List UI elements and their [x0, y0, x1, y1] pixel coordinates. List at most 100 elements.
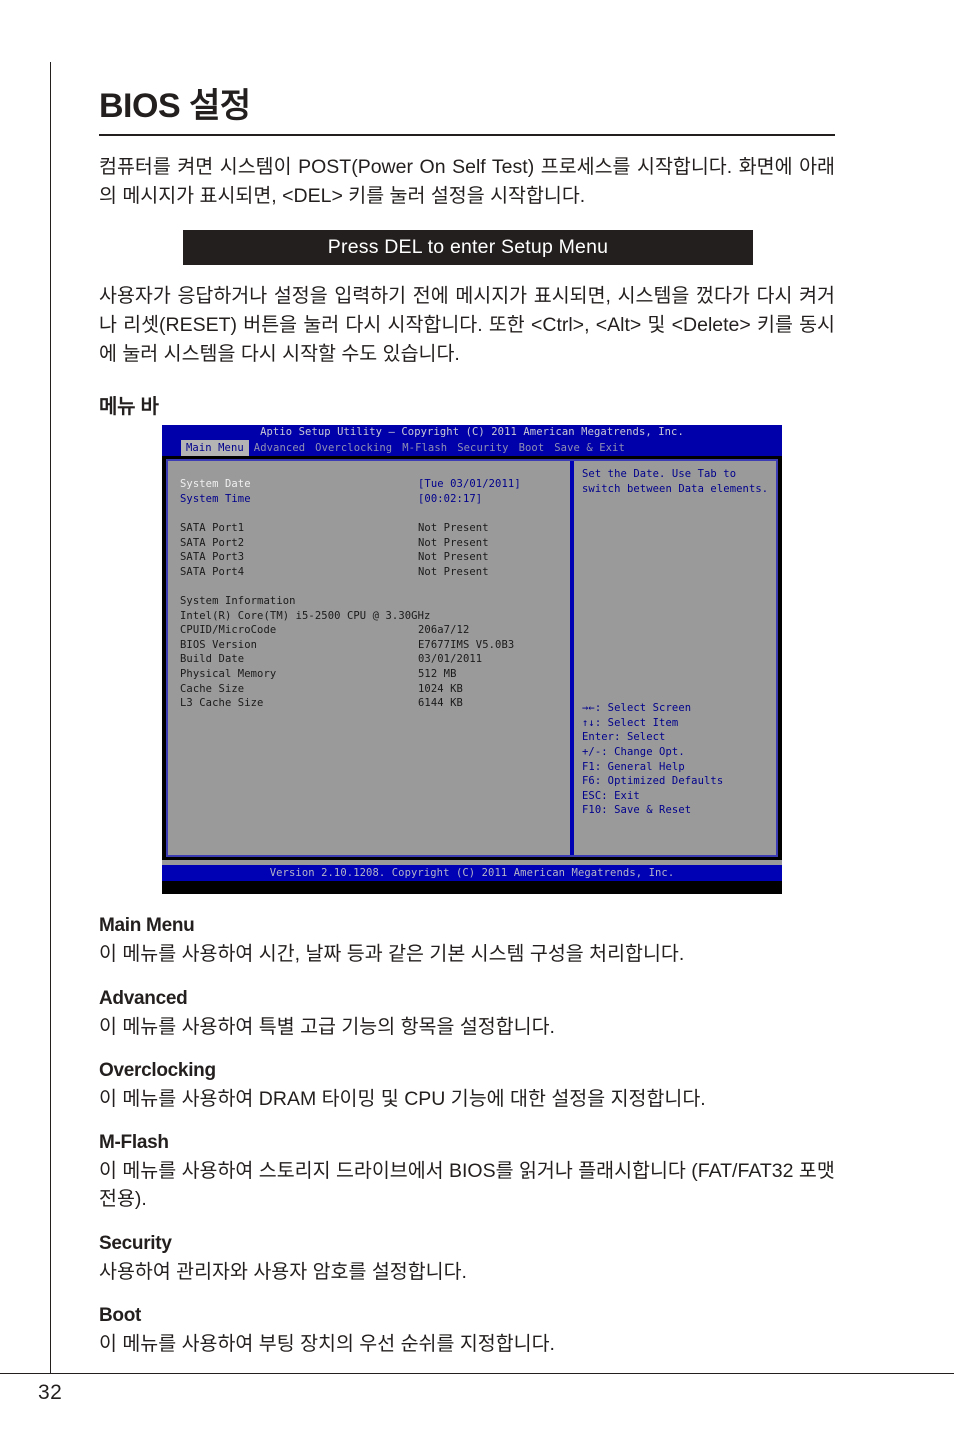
menu-section-advanced: Advanced 이 메뉴를 사용하여 특별 고급 기능의 항목을 설정합니다.: [99, 988, 835, 1041]
bios-setting-label: SATA Port3: [180, 551, 245, 564]
bios-screenshot: Aptio Setup Utility – Copyright (C) 2011…: [162, 425, 782, 895]
page-number: 32: [38, 1381, 63, 1404]
menu-section-overclocking: Overclocking 이 메뉴를 사용하여 DRAM 타이밍 및 CPU 기능…: [99, 1060, 835, 1113]
bios-legend-line: Enter: Select: [582, 731, 666, 744]
bios-setting-label: Build Date: [180, 653, 245, 666]
bios-legend-line: F10: Save & Reset: [582, 804, 692, 817]
bios-setting-row[interactable]: System Date [Tue 03/01/2011]: [180, 477, 568, 492]
bios-legend-line: ↑↓: Select Item: [582, 716, 679, 729]
bios-help-line: Set the Date. Use Tab to: [582, 468, 737, 481]
menu-section-heading: Security: [99, 1232, 172, 1254]
bios-title-bar: Aptio Setup Utility – Copyright (C) 2011…: [162, 425, 782, 441]
menu-section-heading: Overclocking: [99, 1059, 216, 1081]
bios-setting-label: Cache Size: [180, 682, 245, 695]
bios-tab-save-exit[interactable]: Save & Exit: [549, 440, 630, 456]
bios-tab-overclocking[interactable]: Overclocking: [310, 440, 397, 456]
menu-section-boot: Boot 이 메뉴를 사용하여 부팅 장치의 우선 순쉬를 지정합니다.: [99, 1305, 835, 1358]
menu-section-description: 이 메뉴를 사용하여 특별 고급 기능의 항목을 설정합니다.: [99, 1015, 555, 1038]
bios-bottom-strip: [162, 881, 782, 890]
bios-setting-value: Not Present: [418, 536, 489, 549]
menu-section-heading: Advanced: [99, 987, 188, 1009]
bios-setting-row[interactable]: L3 Cache Size 6144 KB: [180, 696, 568, 711]
menu-section-description: 사용하여 관리자와 사용자 암호를 설정합니다.: [99, 1260, 467, 1283]
bios-setting-value: E7677IMS V5.0B3: [418, 638, 515, 651]
bios-tab-main-menu[interactable]: Main Menu: [181, 440, 249, 457]
bios-setting-value: 03/01/2011: [418, 653, 483, 666]
bios-setting-row[interactable]: BIOS Version E7677IMS V5.0B3: [180, 638, 568, 653]
bios-setting-label: Intel(R) Core(TM) i5-2500 CPU @ 3.30GHz: [180, 609, 431, 622]
title-underline: [99, 134, 835, 136]
bios-setting-value: 512 MB: [418, 668, 457, 680]
bios-panel: System Date [Tue 03/01/2011] System Time [0…: [166, 459, 778, 858]
bios-setting-value: 6144 KB: [418, 697, 463, 710]
bios-tab-boot[interactable]: Boot: [514, 440, 550, 456]
menu-section-m-flash: M-Flash 이 메뉴를 사용하여 스토리지 드라이브에서 BIOS를 읽거나 …: [99, 1132, 835, 1214]
menu-section-description: 이 메뉴를 사용하여 부팅 장치의 우선 순쉬를 지정합니다.: [99, 1332, 555, 1355]
bios-setting-label: System Information: [180, 595, 296, 608]
menu-section-security: Security 사용하여 관리자와 사용자 암호를 설정합니다.: [99, 1233, 835, 1286]
bios-setting-label: SATA Port1: [180, 522, 245, 535]
bios-setting-row[interactable]: System Time [00:02:17]: [180, 492, 568, 507]
menu-section-main-menu: Main Menu 이 메뉴를 사용하여 시간, 날짜 등과 같은 기본 시스템 …: [99, 915, 835, 968]
page-title: BIOS 설정: [99, 87, 251, 125]
menu-section-description: 이 메뉴를 사용하여 시간, 날짜 등과 같은 기본 시스템 구성을 처리합니다…: [99, 943, 685, 966]
menu-section-heading: Main Menu: [99, 915, 195, 937]
bios-setting-value: Not Present: [418, 551, 489, 564]
menu-section-heading: M-Flash: [99, 1132, 169, 1154]
menu-description-list: Main Menu 이 메뉴를 사용하여 시간, 날짜 등과 같은 기본 시스템 …: [99, 915, 835, 1358]
page-left-border: [50, 62, 51, 1373]
bios-tab-m-flash[interactable]: M-Flash: [397, 440, 452, 456]
bios-tab-bar: Main Menu Advanced Overclocking M-Flash Secu…: [162, 440, 782, 457]
bios-key-legend: →←: Select Screen ↑↓: Select Item Enter: S…: [582, 701, 776, 818]
bios-legend-line: F6: Optimized Defaults: [582, 775, 724, 788]
second-paragraph: 사용자가 응답하거나 설정을 입력하기 전에 메시지가 표시되면, 시스템을 껐…: [99, 285, 835, 365]
menu-bar-heading: 메뉴 바: [99, 396, 159, 419]
bios-settings-list: System Date [Tue 03/01/2011] System Time [0…: [168, 461, 568, 855]
bios-row-spacer: [180, 506, 568, 521]
press-del-banner: Press DEL to enter Setup Menu: [183, 230, 753, 266]
bios-setting-row[interactable]: Cache Size 1024 KB: [180, 682, 568, 697]
bios-setting-row[interactable]: SATA Port2 Not Present: [180, 536, 568, 551]
bios-setting-row[interactable]: System Information: [180, 594, 568, 609]
bios-legend-line: +/-: Change Opt.: [582, 746, 685, 759]
bios-setting-value: 206a7/12: [418, 624, 470, 637]
bios-setting-label: L3 Cache Size: [180, 697, 264, 710]
bios-setting-label: System Time: [180, 492, 251, 505]
bios-tab-advanced[interactable]: Advanced: [249, 440, 310, 456]
bios-legend-line: →←: Select Screen: [582, 702, 692, 715]
bios-setting-label: CPUID/MicroCode: [180, 624, 277, 637]
bios-panel-divider: [570, 461, 574, 856]
page-footer-rule: [0, 1373, 954, 1374]
bios-setting-row[interactable]: SATA Port4 Not Present: [180, 565, 568, 580]
bios-setting-value: [00:02:17]: [418, 492, 483, 505]
bios-help-text: Set the Date. Use Tab to switch between D…: [582, 467, 776, 496]
bios-help-panel: Set the Date. Use Tab to switch between D…: [578, 461, 776, 855]
menu-section-description: 이 메뉴를 사용하여 DRAM 타이밍 및 CPU 기능에 대한 설정을 지정합…: [99, 1087, 706, 1110]
menu-section-description: 이 메뉴를 사용하여 스토리지 드라이브에서 BIOS를 읽거나 플래시합니다 …: [99, 1160, 835, 1211]
menu-section-heading: Boot: [99, 1304, 142, 1326]
intro-paragraph: 컴퓨터를 켜면 시스템이 POST(Power On Self Test) 프로…: [99, 156, 835, 207]
bios-setting-row[interactable]: CPUID/MicroCode 206a7/12: [180, 623, 568, 638]
bios-legend-line: F1: General Help: [582, 760, 685, 773]
bios-setting-value: Not Present: [418, 565, 489, 578]
bios-setting-value: 1024 KB: [418, 682, 463, 695]
bios-setting-value: [Tue 03/01/2011]: [418, 478, 521, 491]
bios-body: System Date [Tue 03/01/2011] System Time [0…: [162, 456, 782, 861]
page-content: BIOS 설정 컴퓨터를 켜면 시스템이 POST(Power On Self …: [99, 62, 835, 1358]
bios-legend-line: ESC: Exit: [582, 789, 640, 802]
bios-setting-label: Physical Memory: [180, 668, 277, 680]
bios-version-bar: Version 2.10.1208. Copyright (C) 2011 Am…: [162, 865, 782, 882]
bios-help-line: switch between Data elements.: [582, 482, 769, 495]
bios-setting-row[interactable]: SATA Port1 Not Present: [180, 521, 568, 536]
bios-setting-row[interactable]: Build Date 03/01/2011: [180, 652, 568, 667]
bios-row-spacer: [180, 579, 568, 594]
bios-setting-row[interactable]: SATA Port3 Not Present: [180, 550, 568, 565]
bios-setting-label: BIOS Version: [180, 638, 258, 651]
bios-setting-label: SATA Port4: [180, 565, 245, 578]
bios-setting-row[interactable]: Physical Memory 512 MB: [180, 667, 568, 682]
bios-setting-label: SATA Port2: [180, 536, 245, 549]
bios-setting-label: System Date: [180, 478, 251, 491]
bios-tab-security[interactable]: Security: [452, 440, 513, 456]
bios-setting-value: Not Present: [418, 522, 489, 535]
bios-setting-row[interactable]: Intel(R) Core(TM) i5-2500 CPU @ 3.30GHz: [180, 609, 568, 624]
